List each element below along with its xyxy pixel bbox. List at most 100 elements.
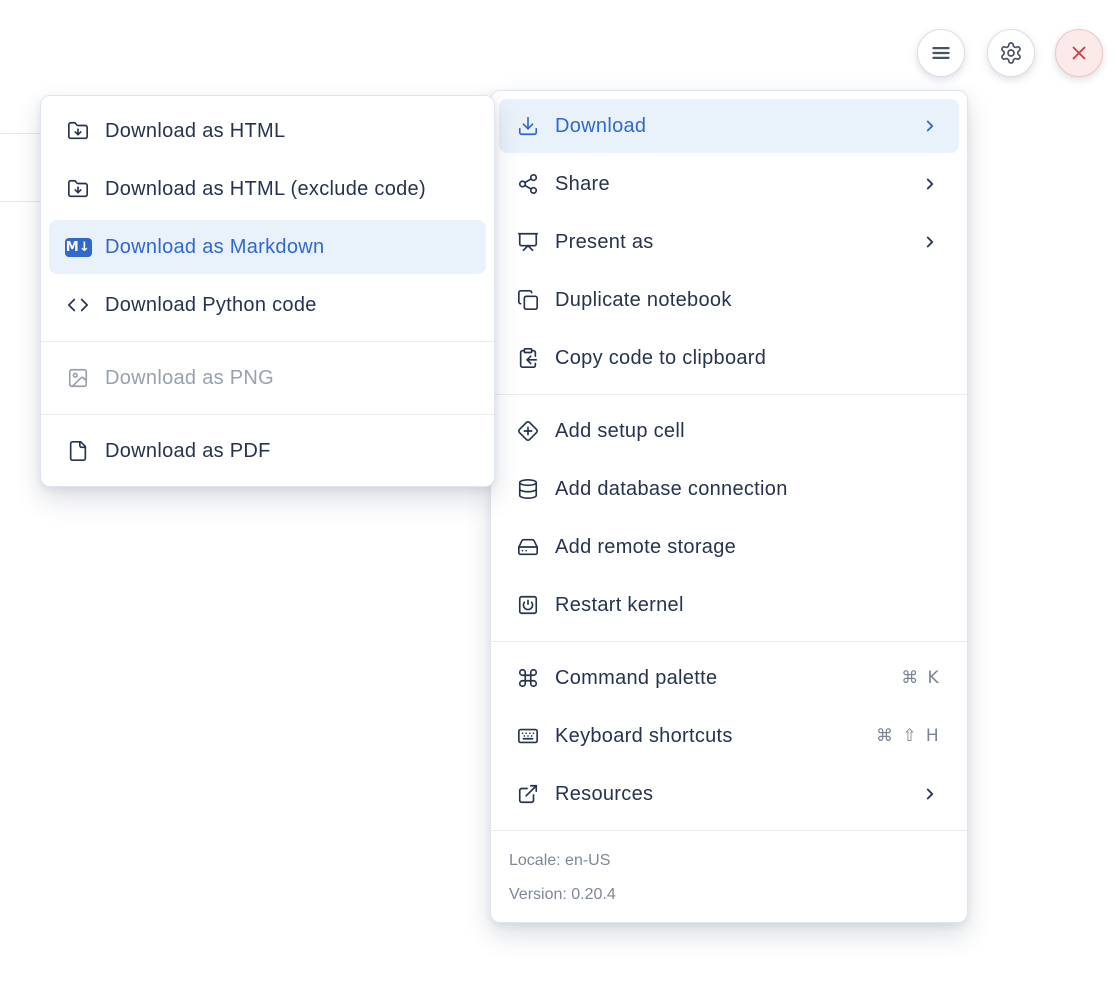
icon-box (515, 536, 541, 558)
icon-box (65, 367, 91, 389)
gear-icon (999, 41, 1023, 65)
menu-item-label: Download Python code (105, 294, 317, 317)
icon-box (515, 115, 541, 137)
version-text: Version: 0.20.4 (509, 878, 949, 912)
chevron-right-icon (921, 117, 939, 135)
menu-item-label: Share (555, 173, 610, 196)
chevron-right-icon (921, 175, 939, 193)
menu-divider (41, 414, 494, 415)
menu-divider (41, 341, 494, 342)
chevron-right-icon (921, 233, 939, 251)
power-icon (517, 594, 539, 616)
icon-box (65, 120, 91, 142)
image-icon (67, 367, 89, 389)
shortcut-hint: ⌘ ⇧ H (876, 726, 939, 746)
code-icon (67, 294, 89, 316)
presentation-icon (517, 231, 539, 253)
shortcut-key: ⌘ (876, 726, 893, 746)
icon-box (515, 478, 541, 500)
menu-item-restart-kernel[interactable]: Restart kernel (499, 578, 959, 632)
menu-item-command-palette[interactable]: Command palette⌘K (499, 651, 959, 705)
menu-item-label: Download as HTML (105, 120, 285, 143)
icon-box (515, 420, 541, 442)
menu-item-download-as-markdown[interactable]: M↓ Download as Markdown (49, 220, 486, 274)
menu-item-present-as[interactable]: Present as (499, 215, 959, 269)
menu-item-keyboard-shortcuts[interactable]: Keyboard shortcuts ⌘ ⇧ H (499, 709, 959, 763)
folder-down-icon (67, 178, 89, 200)
menu-item-label: Resources (555, 783, 653, 806)
command-icon (517, 667, 539, 689)
settings-button[interactable] (987, 29, 1035, 77)
shortcut-key: K (928, 668, 939, 688)
chevron-right-icon (921, 785, 939, 803)
menu-item-download[interactable]: Download (499, 99, 959, 153)
shortcut-key: ⌘ (901, 668, 918, 688)
close-button[interactable] (1055, 29, 1103, 77)
menu-divider (491, 641, 967, 642)
diamond-plus-icon (517, 420, 539, 442)
clipboard-copy-icon (517, 347, 539, 369)
menu-item-download-as-png[interactable]: Download as PNG (49, 351, 486, 405)
page-rule (0, 133, 40, 134)
menu-item-label: Download (555, 115, 646, 138)
icon-box (515, 173, 541, 195)
duplicate-icon (517, 289, 539, 311)
menu-item-download-python-code[interactable]: Download Python code (49, 278, 486, 332)
shortcut-hint: ⌘K (901, 668, 939, 688)
icon-box (65, 440, 91, 462)
icon-box (515, 725, 541, 747)
main-menu: Download Share Present as Duplicate noteboo… (490, 90, 968, 923)
menu-item-share[interactable]: Share (499, 157, 959, 211)
close-icon (1068, 42, 1090, 64)
icon-box (515, 783, 541, 805)
icon-box (65, 294, 91, 316)
share-icon (517, 173, 539, 195)
folder-down-icon (67, 120, 89, 142)
menu-item-duplicate-notebook[interactable]: Duplicate notebook (499, 273, 959, 327)
menu-item-add-setup-cell[interactable]: Add setup cell (499, 404, 959, 458)
menu-item-download-as-html[interactable]: Download as HTML (49, 104, 486, 158)
icon-box: M↓ (65, 238, 91, 257)
icon-box (515, 667, 541, 689)
menu-item-download-as-pdf[interactable]: Download as PDF (49, 424, 486, 478)
locale-text: Locale: en-US (509, 844, 949, 878)
menu-item-label: Keyboard shortcuts (555, 725, 733, 748)
download-icon (517, 115, 539, 137)
menu-item-download-as-html-exclude-code[interactable]: Download as HTML (exclude code) (49, 162, 486, 216)
shortcut-key: H (926, 726, 939, 746)
menu-item-label: Download as Markdown (105, 236, 324, 259)
menu-item-label: Add database connection (555, 478, 788, 501)
menu-item-label: Copy code to clipboard (555, 347, 766, 370)
menu-item-label: Download as PNG (105, 367, 274, 390)
menu-item-label: Download as HTML (exclude code) (105, 178, 426, 201)
menu-item-label: Present as (555, 231, 654, 254)
chevron-right-icon (921, 117, 939, 135)
menu-item-label: Add remote storage (555, 536, 736, 559)
icon-box (65, 178, 91, 200)
notebook-menu-button[interactable] (917, 29, 965, 77)
icon-box (515, 289, 541, 311)
icon-box (515, 594, 541, 616)
menu-item-label: Download as PDF (105, 440, 271, 463)
chevron-right-icon (921, 175, 939, 193)
menu-item-label: Command palette (555, 667, 717, 690)
icon-box (515, 347, 541, 369)
external-link-icon (517, 783, 539, 805)
menu-item-add-database-connection[interactable]: Add database connection (499, 462, 959, 516)
database-icon (517, 478, 539, 500)
menu-item-label: Duplicate notebook (555, 289, 732, 312)
icon-box (515, 231, 541, 253)
keyboard-icon (517, 725, 539, 747)
menu-item-resources[interactable]: Resources (499, 767, 959, 821)
menu-item-label: Restart kernel (555, 594, 684, 617)
download-submenu: Download as HTML Download as HTML (exclud… (40, 95, 495, 487)
hard-drive-icon (517, 536, 539, 558)
menu-item-add-remote-storage[interactable]: Add remote storage (499, 520, 959, 574)
page-rule (0, 201, 40, 202)
menu-item-label: Add setup cell (555, 420, 685, 443)
shortcut-key: ⇧ (902, 726, 917, 746)
menu-icon (928, 40, 954, 66)
markdown-icon: M↓ (65, 238, 92, 257)
menu-divider (491, 830, 967, 831)
menu-item-copy-code-to-clipboard[interactable]: Copy code to clipboard (499, 331, 959, 385)
